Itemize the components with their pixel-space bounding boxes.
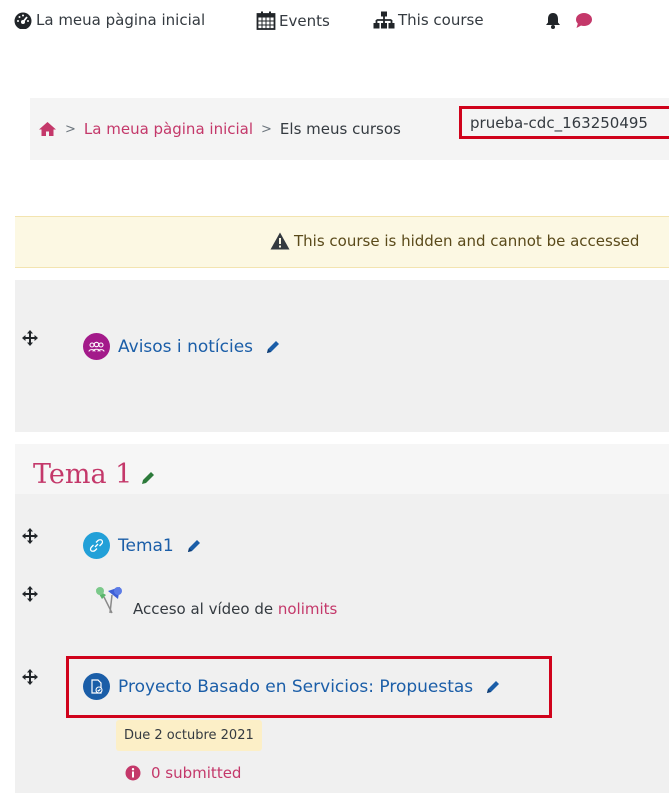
label-text-prefix: Acceso al vídeo de <box>133 600 278 618</box>
nav-home-link[interactable]: La meua pàgina inicial <box>13 11 205 29</box>
section-title-text: Tema 1 <box>33 459 133 490</box>
breadcrumb-current-course: prueba-cdc_163250495 <box>459 106 669 139</box>
nav-events-link[interactable]: Events <box>256 11 330 30</box>
dashboard-icon <box>14 12 32 29</box>
breadcrumb-current-label: prueba-cdc_163250495 <box>470 113 648 132</box>
nav-course-label: This course <box>398 11 484 29</box>
activity-assignment-name[interactable]: Proyecto Basado en Servicios: Propuestas <box>118 677 473 697</box>
home-icon[interactable] <box>38 121 57 137</box>
breadcrumb: > La meua pàgina inicial > Els meus curs… <box>30 98 669 160</box>
notifications-button[interactable] <box>545 12 564 29</box>
url-link-icon <box>83 532 110 559</box>
breadcrumb-home-link[interactable]: La meua pàgina inicial <box>84 120 253 138</box>
chat-bubble-icon <box>576 13 592 28</box>
due-date-text: Due 2 octubre 2021 <box>124 728 254 743</box>
info-icon <box>125 765 141 781</box>
submissions-count[interactable]: 0 submitted <box>151 764 241 782</box>
top-navigation: La meua pàgina inicial Events This cours… <box>0 0 669 44</box>
nav-course-link[interactable]: This course <box>373 11 484 29</box>
nav-home-label: La meua pàgina inicial <box>36 11 206 29</box>
label-link[interactable]: nolimits <box>278 600 338 618</box>
edit-pencil-icon[interactable] <box>186 538 202 554</box>
messages-button[interactable] <box>575 12 596 29</box>
section-title: Tema 1 <box>33 459 156 490</box>
move-handle-icon[interactable] <box>21 329 39 347</box>
due-date-badge: Due 2 octubre 2021 <box>116 720 262 751</box>
bell-icon <box>546 13 560 29</box>
label-text: Acceso al vídeo de nolimits <box>133 600 337 618</box>
breadcrumb-separator: > <box>65 121 76 137</box>
edit-pencil-icon[interactable] <box>265 339 281 355</box>
move-handle-icon[interactable] <box>21 527 39 545</box>
activity-forum[interactable]: Avisos i notícies <box>83 333 281 360</box>
submissions-link[interactable]: 0 submitted <box>125 764 241 782</box>
assignment-icon <box>83 673 110 700</box>
breadcrumb-courses: Els meus cursos <box>279 120 401 138</box>
edit-pencil-icon[interactable] <box>140 470 156 486</box>
nav-events-label: Events <box>279 11 330 30</box>
activity-forum-name[interactable]: Avisos i notícies <box>118 337 253 357</box>
edit-pencil-icon[interactable] <box>485 679 501 695</box>
activity-url-name[interactable]: Tema1 <box>118 536 174 556</box>
calendar-icon <box>256 11 276 30</box>
activity-assignment[interactable]: Proyecto Basado en Servicios: Propuestas <box>83 673 501 700</box>
move-handle-icon[interactable] <box>21 668 39 686</box>
pushpin-icon <box>96 587 122 614</box>
move-handle-icon[interactable] <box>21 585 39 603</box>
activity-url[interactable]: Tema1 <box>83 532 202 559</box>
warning-icon <box>270 232 290 250</box>
hidden-course-alert-text: This course is hidden and cannot be acce… <box>294 232 640 250</box>
hidden-course-alert: This course is hidden and cannot be acce… <box>15 216 669 268</box>
forum-icon <box>83 333 110 360</box>
sitemap-icon <box>373 11 395 29</box>
breadcrumb-separator: > <box>261 121 272 137</box>
